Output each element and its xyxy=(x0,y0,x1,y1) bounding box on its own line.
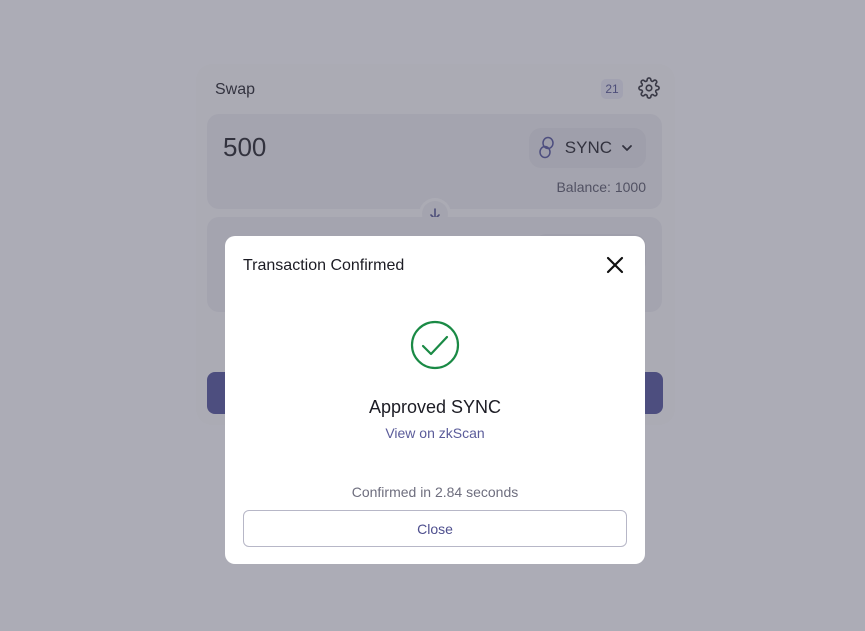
status-title: Approved SYNC xyxy=(368,397,502,417)
confirmation-time: Confirmed in 2.84 seconds xyxy=(351,484,519,500)
modal-title: Transaction Confirmed xyxy=(243,257,405,274)
close-button[interactable]: Close xyxy=(243,510,627,547)
transaction-confirmed-modal: Transaction Confirmed Approved SYNC View… xyxy=(225,236,645,564)
close-icon[interactable] xyxy=(605,255,625,275)
check-circle-icon xyxy=(410,320,460,370)
view-on-explorer-link[interactable]: View on zkScan xyxy=(225,425,645,441)
